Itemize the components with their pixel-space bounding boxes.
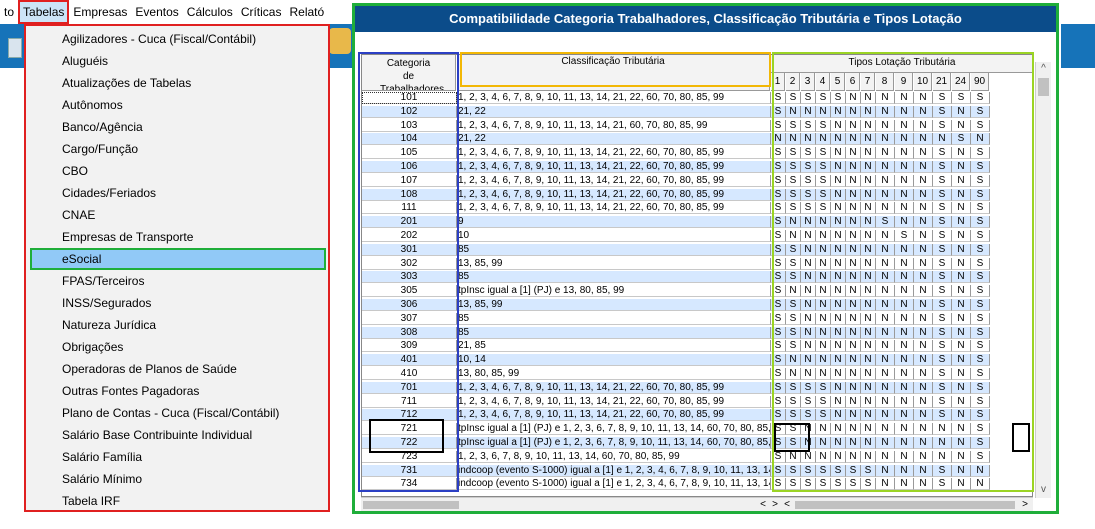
cell-classificacao[interactable]: 85: [457, 271, 771, 284]
menubar-item-6[interactable]: Relató: [285, 0, 328, 24]
hscroll-thumb-right[interactable]: [795, 501, 1015, 509]
dialog-title: Compatibilidade Categoria Trabalhadores,…: [355, 6, 1056, 32]
menu-item-7[interactable]: Cidades/Feriados: [30, 182, 326, 204]
cell-classificacao[interactable]: indcoop (evento S-1000) igual a [1] e 1,…: [457, 464, 771, 477]
cell-classificacao[interactable]: 13, 85, 99: [457, 257, 771, 270]
cell-classificacao[interactable]: 1, 2, 3, 4, 6, 7, 8, 9, 10, 11, 13, 14, …: [457, 147, 771, 160]
scroll-left-arrow-2[interactable]: <: [781, 498, 793, 511]
cell-classificacao[interactable]: 1, 2, 3, 4, 6, 7, 8, 9, 10, 11, 13, 14, …: [457, 395, 771, 408]
menubar-item-2[interactable]: Empresas: [69, 0, 131, 24]
menu-item-16[interactable]: Outras Fontes Pagadoras: [30, 380, 326, 402]
menu-item-4[interactable]: Banco/Agência: [30, 116, 326, 138]
menu-item-5[interactable]: Cargo/Função: [30, 138, 326, 160]
cell-classificacao[interactable]: 10, 14: [457, 354, 771, 367]
menu-bar: to Tabelas Empresas Eventos Cálculos Críticas…: [0, 0, 352, 24]
classificacao-highlight-box: [460, 52, 771, 87]
tipos-highlight-box: [772, 52, 1034, 492]
cell-classificacao[interactable]: 21, 22: [457, 105, 771, 118]
cell-classificacao[interactable]: 1, 2, 3, 4, 6, 7, 8, 9, 10, 11, 13, 14, …: [457, 409, 771, 422]
document-icon[interactable]: [8, 38, 22, 58]
cell-classificacao[interactable]: indcoop (evento S-1000) igual a [1] e 1,…: [457, 478, 771, 491]
menubar-item-1[interactable]: Tabelas: [18, 0, 70, 24]
tipos-90-highlight: [1012, 423, 1030, 452]
menu-item-9[interactable]: Empresas de Transporte: [30, 226, 326, 248]
cell-classificacao[interactable]: 13, 85, 99: [457, 299, 771, 311]
menu-item-8[interactable]: CNAE: [30, 204, 326, 226]
cat-721-722-highlight: [369, 419, 444, 453]
cell-classificacao[interactable]: 85: [457, 326, 771, 339]
cell-classificacao[interactable]: 21, 22: [457, 133, 771, 146]
menu-item-10[interactable]: eSocial: [30, 248, 326, 270]
menu-item-11[interactable]: FPAS/Terceiros: [30, 270, 326, 292]
cell-classificacao[interactable]: 1, 2, 3, 4, 6, 7, 8, 9, 10, 11, 13, 14, …: [457, 381, 771, 394]
scroll-right-arrow-2[interactable]: >: [1019, 498, 1031, 511]
cell-classificacao[interactable]: 10: [457, 230, 771, 242]
hscroll-thumb-left[interactable]: [363, 501, 459, 509]
cell-classificacao[interactable]: 1, 2, 3, 4, 6, 7, 8, 9, 10, 11, 13, 14, …: [457, 161, 771, 173]
menu-item-17[interactable]: Plano de Contas - Cuca (Fiscal/Contábil): [30, 402, 326, 424]
tabelas-dropdown-menu: Agilizadores - Cuca (Fiscal/Contábil) Alu…: [24, 24, 330, 512]
scroll-left-arrow[interactable]: <: [757, 498, 769, 511]
horizontal-scrollbar[interactable]: < > < >: [361, 497, 1033, 511]
menubar-item-0[interactable]: to: [0, 0, 18, 24]
scroll-thumb[interactable]: [1038, 78, 1049, 96]
menu-item-18[interactable]: Salário Base Contribuinte Individual: [30, 424, 326, 446]
tipos-1-2-highlight: [774, 423, 810, 452]
cell-classificacao[interactable]: 21, 85: [457, 340, 771, 353]
menu-item-6[interactable]: CBO: [30, 160, 326, 182]
menubar-item-5[interactable]: Críticas: [237, 0, 286, 24]
toolbar-right: [1061, 24, 1095, 68]
menu-item-2[interactable]: Atualizações de Tabelas: [30, 72, 326, 94]
scroll-up-arrow[interactable]: ^: [1036, 62, 1051, 76]
menu-item-15[interactable]: Operadoras de Planos de Saúde: [30, 358, 326, 380]
scroll-right-arrow[interactable]: >: [769, 498, 781, 511]
cell-classificacao[interactable]: tpInsc igual a [1] (PJ) e 1, 2, 3, 6, 7,…: [457, 423, 771, 436]
cell-classificacao[interactable]: 1, 2, 3, 4, 6, 7, 8, 9, 10, 11, 13, 14, …: [457, 92, 771, 104]
menu-item-3[interactable]: Autônomos: [30, 94, 326, 116]
menu-item-12[interactable]: INSS/Segurados: [30, 292, 326, 314]
menu-item-0[interactable]: Agilizadores - Cuca (Fiscal/Contábil): [30, 28, 326, 50]
scroll-down-arrow[interactable]: v: [1036, 483, 1051, 497]
cell-classificacao[interactable]: 13, 80, 85, 99: [457, 368, 771, 380]
menu-item-1[interactable]: Aluguéis: [30, 50, 326, 72]
cell-classificacao[interactable]: 1, 2, 3, 4, 6, 7, 8, 9, 10, 11, 13, 14, …: [457, 174, 771, 187]
vertical-scrollbar[interactable]: ^ v: [1035, 62, 1051, 498]
menu-item-20[interactable]: Salário Mínimo: [30, 468, 326, 490]
cell-classificacao[interactable]: 85: [457, 243, 771, 256]
cell-classificacao[interactable]: 1, 2, 3, 4, 6, 7, 8, 9, 10, 11, 13, 14, …: [457, 119, 771, 132]
menu-item-13[interactable]: Natureza Jurídica: [30, 314, 326, 336]
menubar-item-4[interactable]: Cálculos: [183, 0, 237, 24]
cell-classificacao[interactable]: tpInsc igual a [1] (PJ) e 1, 2, 3, 6, 7,…: [457, 437, 771, 449]
user-icon[interactable]: [329, 28, 351, 54]
menubar-item-3[interactable]: Eventos: [131, 0, 182, 24]
cell-classificacao[interactable]: 85: [457, 312, 771, 325]
cell-classificacao[interactable]: tpInsc igual a [1] (PJ) e 13, 80, 85, 99: [457, 285, 771, 298]
menu-item-19[interactable]: Salário Família: [30, 446, 326, 468]
cell-classificacao[interactable]: 9: [457, 216, 771, 229]
menu-item-14[interactable]: Obrigações: [30, 336, 326, 358]
cell-classificacao[interactable]: 1, 2, 3, 4, 6, 7, 8, 9, 10, 11, 13, 14, …: [457, 202, 771, 215]
cell-classificacao[interactable]: 1, 2, 3, 4, 6, 7, 8, 9, 10, 11, 13, 14, …: [457, 188, 771, 201]
menu-item-21[interactable]: Tabela IRF: [30, 490, 326, 512]
cell-classificacao[interactable]: 1, 2, 3, 6, 7, 8, 9, 10, 11, 13, 14, 60,…: [457, 450, 771, 463]
